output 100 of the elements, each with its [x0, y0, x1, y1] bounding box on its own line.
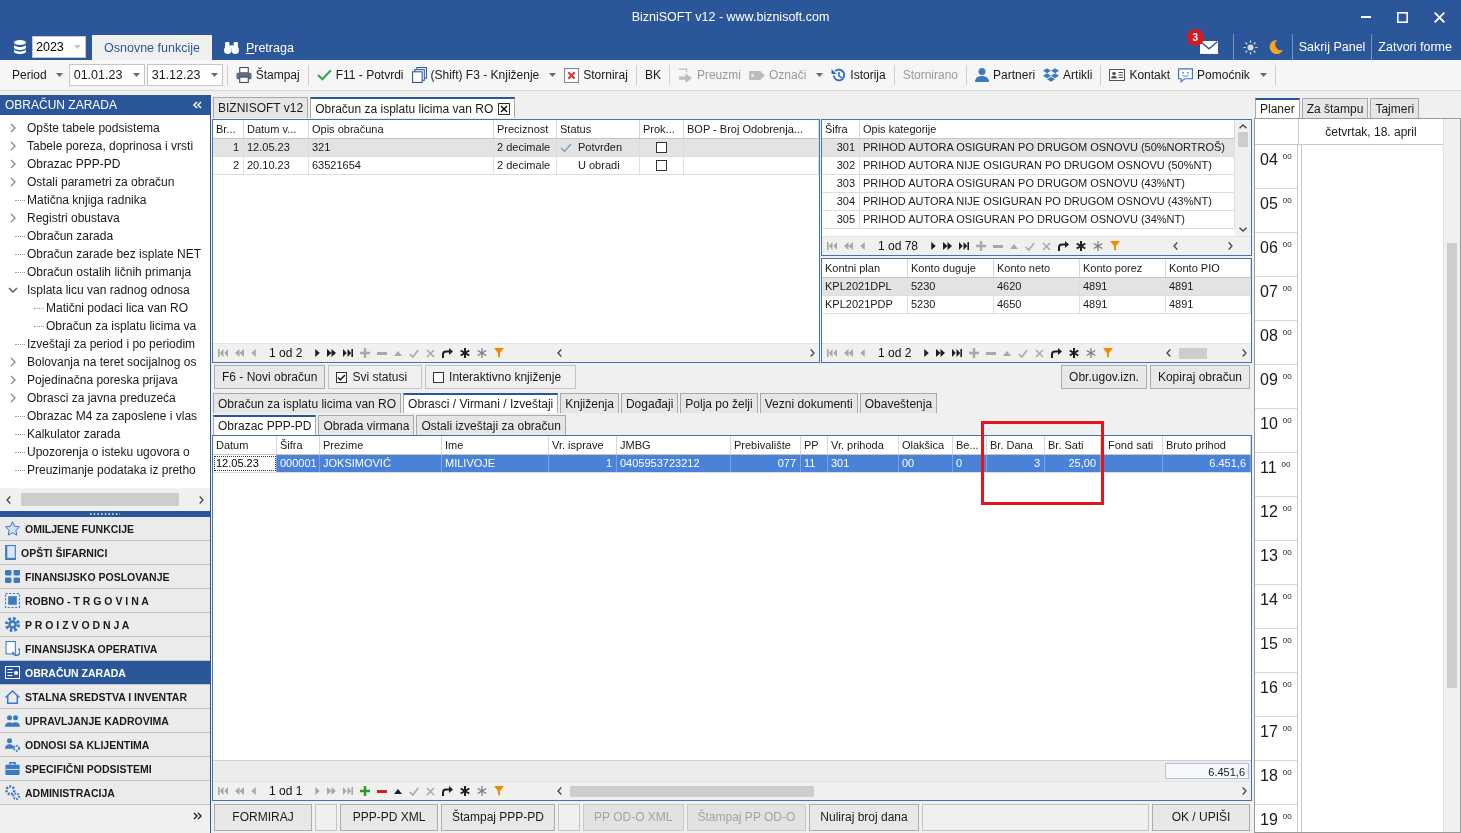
- asterisk-icon[interactable]: [1076, 241, 1087, 251]
- table-row[interactable]: 1 12.05.23 321 2 decimale Potvrđen: [213, 139, 819, 157]
- date-field[interactable]: 01.01.23: [68, 64, 145, 86]
- plus-icon[interactable]: [360, 348, 371, 358]
- tab[interactable]: Tajmeri: [1370, 98, 1420, 118]
- rewind-icon[interactable]: [844, 349, 853, 357]
- chevron-right-icon[interactable]: [1228, 242, 1233, 250]
- checkbox[interactable]: [656, 142, 667, 153]
- tab[interactable]: Obrasci / Virmani / Izveštaji: [403, 393, 559, 413]
- document-tab[interactable]: BIZNISOFT v12: [213, 97, 309, 118]
- triangle-left-icon[interactable]: [251, 787, 256, 795]
- skip-back-icon[interactable]: [218, 349, 228, 357]
- tab[interactable]: Polja po želji: [680, 393, 758, 413]
- toolbar-button[interactable]: F11 - Potvrdi: [312, 63, 408, 87]
- ribbon-tab[interactable]: Osnovne funkcije: [92, 35, 212, 60]
- chevron-up-icon[interactable]: [1239, 124, 1247, 129]
- tab[interactable]: Za štampu: [1301, 98, 1369, 118]
- tab[interactable]: Obrazac PPP-PD: [213, 415, 317, 435]
- toolbar-button[interactable]: Štampaj: [231, 63, 304, 87]
- horizontal-scrollbar[interactable]: [1166, 346, 1247, 360]
- column-header[interactable]: Vr. prihoda: [828, 436, 899, 454]
- table-row[interactable]: 303 PRIHOD AUTORA OSIGURAN PO DRUGOM OSNOVU (43%NT): [822, 175, 1235, 193]
- filter-icon[interactable]: [1110, 241, 1121, 251]
- tree-item[interactable]: Obrazac PPP-PD: [0, 155, 121, 173]
- tree-item[interactable]: Obrazac M4 za zaposlene i vlas: [0, 407, 198, 425]
- skip-forward-icon[interactable]: [343, 349, 354, 357]
- table-row[interactable]: 301 PRIHOD AUTORA OSIGURAN PO DRUGOM OSNOVU (50%NORTROŠ): [822, 139, 1235, 157]
- minus-icon[interactable]: [993, 244, 1004, 248]
- table-row[interactable]: 304 PRIHOD AUTORA NIJE OSIGURAN PO DRUGOM OSNOVU (43%NT): [822, 193, 1235, 211]
- tree-item[interactable]: Upozorenja o isteku ugovora o: [0, 443, 190, 461]
- action-button[interactable]: F6 - Novi obračun: [214, 365, 326, 389]
- minus-icon[interactable]: [377, 789, 388, 793]
- database-icon[interactable]: [14, 40, 26, 54]
- tree-item[interactable]: Opšte tabele podsistema: [0, 119, 160, 137]
- horizontal-scrollbar[interactable]: [557, 784, 1247, 798]
- triangle-right-icon[interactable]: [315, 349, 321, 357]
- toolbar-button[interactable]: BK: [640, 63, 665, 87]
- vertical-scrollbar[interactable]: [1443, 119, 1460, 832]
- module-button[interactable]: ODNOSI SA KLIJENTIMA: [0, 733, 210, 757]
- chevron-left-icon[interactable]: [557, 349, 563, 357]
- skip-forward-icon[interactable]: [959, 242, 970, 250]
- chevron-left-icon[interactable]: [1166, 349, 1172, 357]
- period-dropdown[interactable]: Period: [8, 63, 67, 87]
- cross-icon[interactable]: [426, 786, 436, 796]
- column-header[interactable]: Br. Dana: [987, 436, 1045, 454]
- column-header[interactable]: Fond sati: [1101, 436, 1163, 454]
- filter-icon[interactable]: [494, 786, 505, 796]
- triangle-left-icon[interactable]: [860, 242, 865, 250]
- tree-item[interactable]: Pojedinačna poreska prijava: [0, 371, 178, 389]
- tab[interactable]: Ostali izveštaji za obračun: [416, 415, 566, 435]
- tree-item[interactable]: Preuzimanje podataka iz pretho: [0, 461, 196, 479]
- tree-item[interactable]: Tabele poreza, doprinosa i vrsti: [0, 137, 194, 155]
- tree-item[interactable]: Obrasci za javna preduzeća: [0, 389, 176, 407]
- tree-item[interactable]: Obračun zarada: [0, 227, 114, 245]
- plus-icon[interactable]: [360, 786, 371, 796]
- tree-item[interactable]: Isplata licu van radnog odnosa: [0, 281, 190, 299]
- ribbon-button[interactable]: Zatvori forme: [1372, 40, 1458, 54]
- asterisk-icon[interactable]: [1069, 348, 1080, 358]
- horizontal-scrollbar[interactable]: [557, 346, 815, 360]
- scrollbar-thumb[interactable]: [21, 493, 179, 506]
- table-row[interactable]: KPL2021PDP 5230 4650 4891 4891: [822, 296, 1251, 314]
- rewind-icon[interactable]: [235, 787, 244, 795]
- module-button[interactable]: OBRAČUN ZARADA: [0, 661, 210, 685]
- skip-back-icon[interactable]: [827, 349, 837, 357]
- column-header[interactable]: Olakšica: [899, 436, 953, 454]
- date-field[interactable]: 31.12.23: [146, 64, 223, 86]
- column-header[interactable]: PP: [801, 436, 828, 454]
- toolbar-button[interactable]: Storniraj: [560, 63, 632, 87]
- checkbox-field[interactable]: Interaktivno knjiženje: [425, 365, 577, 389]
- triangle-left-icon[interactable]: [251, 349, 256, 357]
- footer-button[interactable]: FORMIRAJ: [214, 803, 312, 831]
- column-header[interactable]: Be...: [953, 436, 987, 454]
- year-field[interactable]: 2023: [32, 36, 86, 58]
- tab[interactable]: Događaji: [620, 393, 679, 413]
- triangle-left-icon[interactable]: [860, 349, 865, 357]
- tree-item[interactable]: Obračun ostalih ličnih primanja: [0, 263, 192, 281]
- scrollbar-thumb[interactable]: [1447, 243, 1457, 688]
- check-icon[interactable]: [409, 348, 420, 358]
- column-header[interactable]: BOP - Broj Odobrenja...: [684, 120, 819, 138]
- column-header[interactable]: Šifra: [822, 120, 860, 138]
- footer-button[interactable]: Štampaj PPP-PD: [441, 803, 556, 831]
- module-button[interactable]: STALNA SREDSTVA I INVENTAR: [0, 685, 210, 709]
- cross-icon[interactable]: [1042, 241, 1052, 251]
- column-header[interactable]: Konto porez: [1080, 259, 1166, 277]
- column-header[interactable]: Preciznost: [494, 120, 557, 138]
- column-header[interactable]: Opis obračuna: [309, 120, 494, 138]
- triangle-right-icon[interactable]: [931, 242, 937, 250]
- chevron-down-icon[interactable]: [1239, 227, 1247, 232]
- column-header[interactable]: Šifra: [277, 436, 320, 454]
- toolbar-button[interactable]: Partneri: [971, 63, 1040, 87]
- column-header[interactable]: Bruto prihod: [1163, 436, 1251, 454]
- module-button[interactable]: OMILJENE FUNKCIJE: [0, 517, 210, 541]
- module-button[interactable]: FINANSIJSKA OPERATIVA: [0, 637, 210, 661]
- triangle-up-icon[interactable]: [394, 788, 403, 794]
- asterisk-icon[interactable]: [460, 786, 471, 796]
- plus-icon[interactable]: [969, 348, 980, 358]
- check-icon[interactable]: [409, 786, 420, 796]
- tree-item[interactable]: Obračun zarade bez isplate NET: [0, 245, 202, 263]
- toolbar-button[interactable]: Artikli: [1039, 63, 1097, 87]
- minus-icon[interactable]: [377, 351, 388, 355]
